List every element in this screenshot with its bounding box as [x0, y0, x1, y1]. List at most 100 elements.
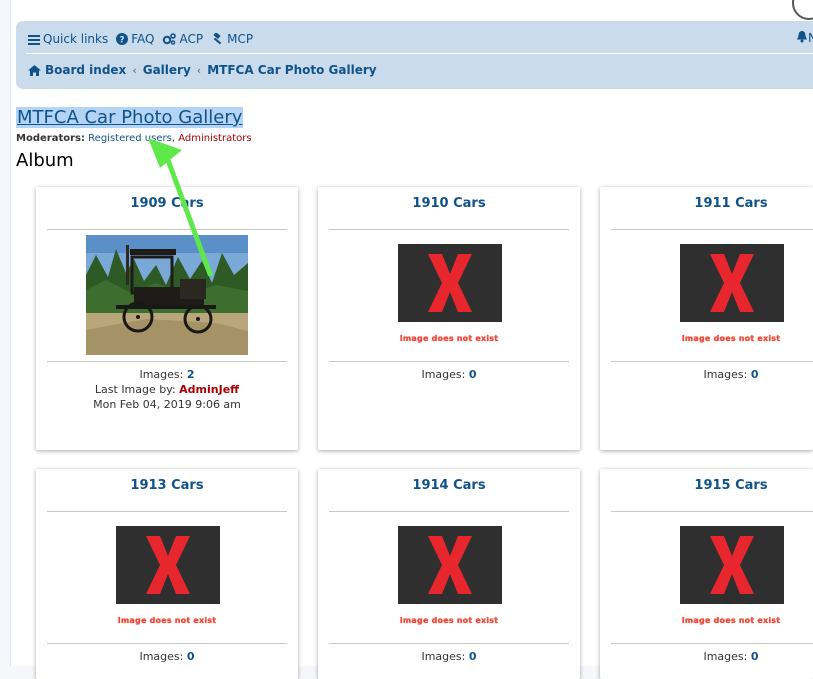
album-title[interactable]: 1910 Cars — [318, 196, 580, 211]
images-count-line: Images: 0 — [318, 367, 580, 382]
album-title[interactable]: 1915 Cars — [600, 478, 813, 493]
album-card: 1914 Cars Image does not exist Images: 0 — [318, 469, 580, 679]
album-stats: Images: 2 Last Image by: AdminJeff Mon F… — [36, 367, 298, 412]
card-divider — [329, 361, 569, 362]
acp-link[interactable]: ACP — [162, 32, 203, 46]
red-x-icon — [710, 536, 754, 594]
bars-icon — [28, 34, 40, 45]
album-stats: Images: 0 — [600, 367, 813, 382]
breadcrumb-gallery[interactable]: Gallery — [143, 63, 191, 77]
album-card: 1910 Cars Image does not exist Images: 0 — [318, 187, 580, 450]
images-count: 0 — [468, 368, 477, 381]
images-label: Images: — [139, 650, 184, 663]
album-card: 1913 Cars Image does not exist Images: 0 — [36, 469, 298, 679]
images-label: Images: — [421, 650, 466, 663]
moderators-line: Moderators: Registered users, Administra… — [16, 133, 252, 144]
album-title[interactable]: 1909 Cars — [36, 196, 298, 211]
card-divider — [47, 229, 287, 230]
card-divider — [329, 643, 569, 644]
images-count-line: Images: 2 — [36, 367, 298, 382]
mcp-link[interactable]: MCP — [211, 32, 253, 46]
album-stats: Images: 0 — [36, 649, 298, 664]
notifications-link[interactable]: N — [796, 30, 813, 46]
red-x-icon — [146, 536, 190, 594]
mcp-label: MCP — [227, 32, 254, 46]
album-title[interactable]: 1911 Cars — [600, 196, 813, 211]
breadcrumb-separator: ‹ — [196, 63, 202, 77]
last-image-date: Mon Feb 04, 2019 9:06 am — [93, 398, 241, 411]
breadcrumb: Board index ‹ Gallery ‹ MTFCA Car Photo … — [28, 61, 377, 79]
bell-icon — [796, 30, 808, 46]
card-divider — [611, 229, 813, 230]
images-count: 0 — [750, 368, 759, 381]
card-divider — [611, 361, 813, 362]
moderator-group-admins[interactable]: Administrators — [178, 133, 251, 144]
album-title[interactable]: 1914 Cars — [318, 478, 580, 493]
album-stats: Images: 0 — [318, 367, 580, 382]
last-image-label: Last Image by: — [94, 383, 176, 396]
breadcrumb-current[interactable]: MTFCA Car Photo Gallery — [207, 63, 376, 77]
card-divider — [47, 511, 287, 512]
page-title[interactable]: MTFCA Car Photo Gallery — [16, 107, 244, 128]
moderator-separator: , — [171, 133, 176, 144]
card-divider — [611, 643, 813, 644]
images-count-line: Images: 0 — [600, 367, 813, 382]
images-label: Images: — [421, 368, 466, 381]
card-divider — [329, 229, 569, 230]
question-circle-icon: ? — [116, 33, 129, 46]
album-title[interactable]: 1913 Cars — [36, 478, 298, 493]
album-card: 1909 Cars Images: 2 Last Image by: Admin… — [36, 187, 298, 450]
last-image-line: Last Image by: AdminJeff — [36, 382, 298, 397]
images-label: Images: — [703, 650, 748, 663]
svg-text:?: ? — [120, 36, 125, 46]
missing-image-thumbnail[interactable] — [398, 526, 502, 604]
album-thumbnail[interactable] — [86, 235, 248, 355]
nav-quick-row: Quick links ? FAQ ACP MCP — [28, 30, 261, 48]
last-image-user[interactable]: AdminJeff — [179, 383, 239, 396]
images-count: 0 — [750, 650, 759, 663]
missing-image-thumbnail[interactable] — [398, 244, 502, 322]
cogs-icon — [162, 33, 177, 45]
images-count: 2 — [186, 368, 195, 381]
album-stats: Images: 0 — [318, 649, 580, 664]
section-heading: Album — [16, 150, 74, 171]
images-label: Images: — [139, 368, 184, 381]
images-count-line: Images: 0 — [318, 649, 580, 664]
missing-image-text: Image does not exist — [681, 616, 781, 625]
notifications-label: N — [808, 31, 813, 45]
card-divider — [47, 361, 287, 362]
missing-image-text: Image does not exist — [117, 616, 217, 625]
moderators-label: Moderators: — [16, 133, 85, 144]
images-label: Images: — [703, 368, 748, 381]
nav-divider — [26, 53, 813, 54]
gavel-icon — [211, 33, 224, 45]
images-count-line: Images: 0 — [600, 649, 813, 664]
home-icon[interactable] — [28, 64, 41, 76]
missing-image-text: Image does not exist — [399, 616, 499, 625]
acp-label: ACP — [179, 32, 204, 46]
red-x-icon — [428, 536, 472, 594]
faq-label: FAQ — [131, 32, 155, 46]
red-x-icon — [710, 254, 754, 312]
album-card: 1915 Cars Image does not exist Images: 0 — [600, 469, 813, 679]
missing-image-thumbnail[interactable] — [680, 244, 784, 322]
missing-image-thumbnail[interactable] — [680, 526, 784, 604]
missing-image-text: Image does not exist — [681, 334, 781, 343]
images-count: 0 — [186, 650, 195, 663]
faq-link[interactable]: ? FAQ — [116, 32, 154, 46]
breadcrumb-board-index[interactable]: Board index — [45, 63, 126, 77]
quick-links-label: Quick links — [43, 32, 109, 46]
album-stats: Images: 0 — [600, 649, 813, 664]
breadcrumb-separator: ‹ — [132, 63, 137, 77]
missing-image-text: Image does not exist — [399, 334, 499, 343]
navbar: Quick links ? FAQ ACP MCP N Board index … — [16, 21, 813, 89]
album-card: 1911 Cars Image does not exist Images: 0 — [600, 187, 813, 450]
moderator-group-registered[interactable]: Registered users — [88, 133, 172, 144]
images-count: 0 — [468, 650, 477, 663]
card-divider — [611, 511, 813, 512]
red-x-icon — [428, 254, 472, 312]
missing-image-thumbnail[interactable] — [116, 526, 220, 604]
card-divider — [329, 511, 569, 512]
card-divider — [47, 643, 287, 644]
quick-links-link[interactable]: Quick links — [28, 32, 108, 46]
